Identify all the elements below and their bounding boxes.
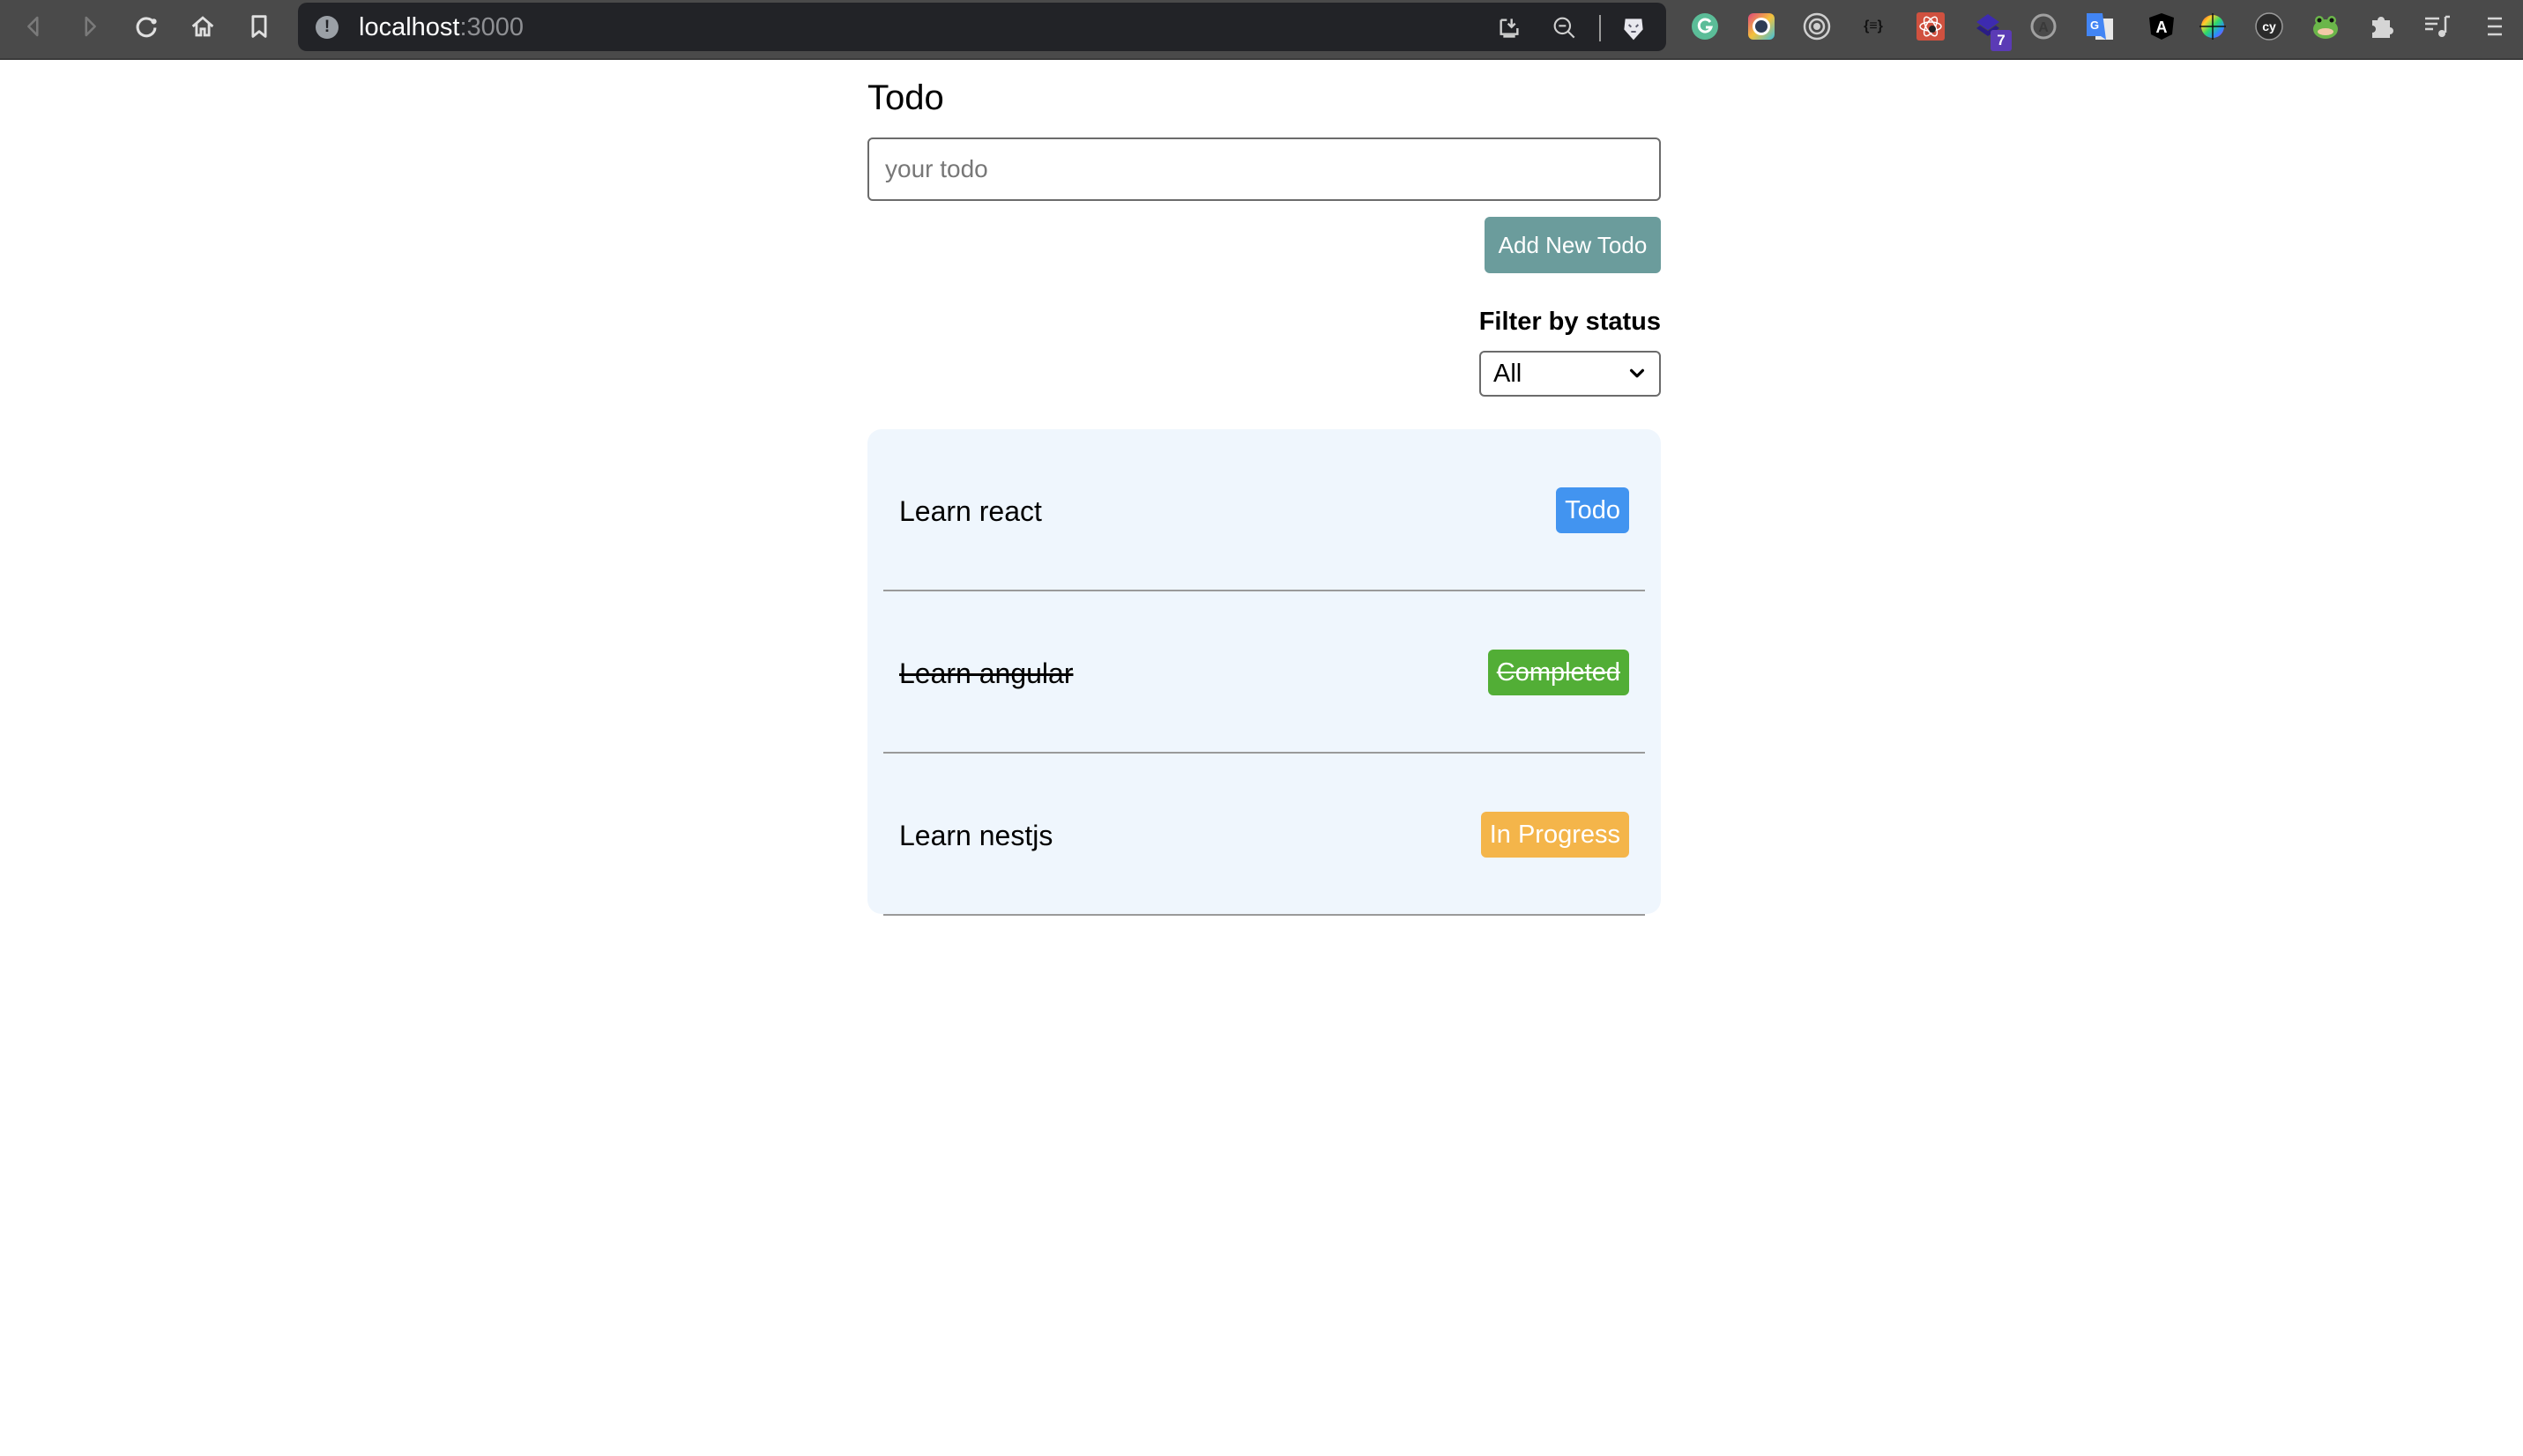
- home-icon[interactable]: [185, 9, 220, 44]
- todo-input[interactable]: [867, 137, 1661, 201]
- extensions-puzzle-icon[interactable]: [2367, 11, 2397, 41]
- status-badge[interactable]: Todo: [1556, 487, 1629, 533]
- todo-list: Learn react Todo Learn angular Completed…: [867, 429, 1661, 916]
- ionic-extension-icon[interactable]: [1802, 11, 1832, 41]
- todo-item: Learn nestjs In Progress: [883, 754, 1645, 916]
- angular-devtools-extension-icon[interactable]: A: [2147, 11, 2177, 41]
- url-separator: [1599, 15, 1601, 41]
- color-picker-extension-icon[interactable]: [2198, 11, 2228, 41]
- status-badge[interactable]: In Progress: [1480, 812, 1629, 858]
- todo-text: Learn angular: [899, 657, 1074, 689]
- url-port: :3000: [459, 13, 525, 41]
- svg-text:cy: cy: [2262, 19, 2276, 33]
- frog-extension-icon[interactable]: [2311, 11, 2341, 41]
- grammarly-extension-icon[interactable]: [1690, 11, 1720, 41]
- filter-label: Filter by status: [1478, 308, 1661, 336]
- site-info-icon[interactable]: !: [316, 16, 339, 39]
- add-todo-button[interactable]: Add New Todo: [1485, 217, 1661, 273]
- media-playlist-icon[interactable]: [2423, 11, 2452, 41]
- status-badge[interactable]: Completed: [1487, 650, 1629, 695]
- reload-icon[interactable]: [129, 9, 164, 44]
- extension-badge-count: 7: [1991, 30, 2012, 51]
- chevron-down-icon: [1629, 368, 1645, 378]
- svg-text:G: G: [2090, 19, 2099, 32]
- status-filter-value: All: [1493, 359, 1522, 388]
- cypress-extension-icon[interactable]: cy: [2254, 11, 2284, 41]
- todo-text: Learn react: [899, 495, 1042, 527]
- url-text[interactable]: localhost:3000: [359, 13, 524, 41]
- back-icon[interactable]: [16, 9, 51, 44]
- todo-item: Learn angular Completed: [883, 591, 1645, 754]
- status-filter-select[interactable]: All: [1479, 351, 1661, 397]
- address-bar[interactable]: ! localhost:3000: [298, 3, 1666, 51]
- browser-toolbar: ! localhost:3000 {≡} 7 A G A cy: [0, 0, 2523, 60]
- google-translate-extension-icon[interactable]: G: [2085, 11, 2115, 41]
- augury-extension-icon[interactable]: A: [2028, 11, 2058, 41]
- zoom-out-icon[interactable]: [1548, 11, 1582, 45]
- todo-text: Learn nestjs: [899, 820, 1053, 851]
- brave-shields-icon[interactable]: [1617, 11, 1650, 45]
- url-host: localhost: [359, 13, 460, 41]
- page-title: Todo: [867, 78, 944, 117]
- react-devtools-extension-icon[interactable]: [1916, 11, 1946, 41]
- svg-text:A: A: [2038, 20, 2049, 35]
- todo-item: Learn react Todo: [883, 429, 1645, 591]
- browser-menu-icon[interactable]: [2480, 11, 2510, 41]
- forward-icon[interactable]: [72, 9, 108, 44]
- svg-text:A: A: [2156, 19, 2168, 36]
- install-app-icon[interactable]: [1492, 11, 1526, 45]
- bookmark-icon[interactable]: [242, 9, 277, 44]
- json-formatter-extension-icon[interactable]: {≡}: [1858, 11, 1888, 41]
- colorzilla-extension-icon[interactable]: [1746, 11, 1776, 41]
